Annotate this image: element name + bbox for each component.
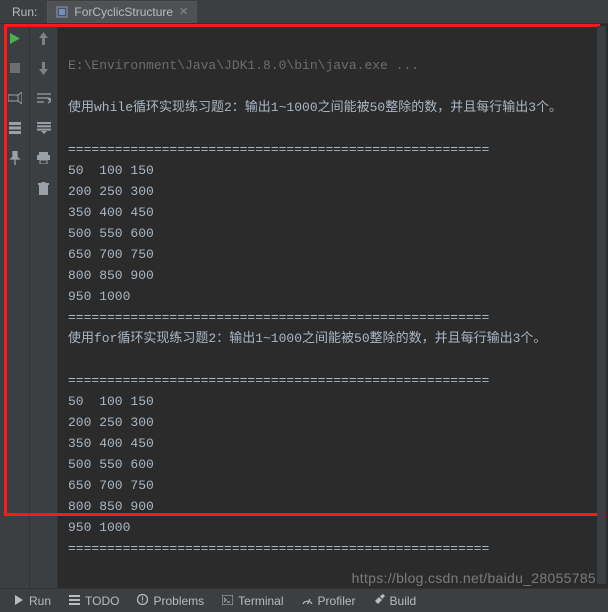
toolwindow-todo[interactable]: TODO bbox=[61, 590, 127, 612]
layout-icon[interactable] bbox=[7, 120, 23, 136]
close-icon[interactable]: ✕ bbox=[179, 5, 188, 18]
play-icon bbox=[14, 594, 24, 608]
bottom-problems-label: Problems bbox=[153, 594, 204, 608]
layout-settings-icon[interactable] bbox=[7, 90, 23, 106]
run-tab-bar: Run: ForCyclicStructure ✕ bbox=[0, 0, 608, 24]
console-output[interactable]: E:\Environment\Java\JDK1.8.0\bin\java.ex… bbox=[68, 32, 598, 588]
toolwindow-terminal[interactable]: Terminal bbox=[214, 590, 291, 612]
scrollbar[interactable] bbox=[597, 26, 606, 584]
bottom-run-label: Run bbox=[29, 594, 51, 608]
soft-wrap-icon[interactable] bbox=[36, 90, 52, 106]
toolwindow-problems[interactable]: Problems bbox=[129, 590, 212, 612]
clear-all-icon[interactable] bbox=[36, 180, 52, 196]
console-lines: 使用while循环实现练习题2：输出1~1000之间能被50整除的数，并且每行输… bbox=[68, 100, 562, 588]
bottom-toolbar: Run TODO Problems Terminal Profiler Buil… bbox=[0, 588, 608, 612]
up-icon[interactable] bbox=[36, 30, 52, 46]
run-label: Run: bbox=[6, 5, 43, 19]
run-toolbar-inner bbox=[30, 24, 58, 588]
console-panel: E:\Environment\Java\JDK1.8.0\bin\java.ex… bbox=[58, 24, 608, 588]
bottom-todo-label: TODO bbox=[85, 594, 119, 608]
app-icon bbox=[56, 6, 68, 18]
warning-icon bbox=[137, 594, 148, 608]
toolwindow-profiler[interactable]: Profiler bbox=[294, 590, 364, 612]
command-line: E:\Environment\Java\JDK1.8.0\bin\java.ex… bbox=[68, 58, 419, 73]
print-icon[interactable] bbox=[36, 150, 52, 166]
scroll-to-end-icon[interactable] bbox=[36, 120, 52, 136]
toolwindow-run[interactable]: Run bbox=[6, 590, 59, 612]
run-toolbar-left bbox=[0, 24, 30, 588]
gauge-icon bbox=[302, 594, 313, 608]
pin-icon[interactable] bbox=[7, 150, 23, 166]
hammer-icon bbox=[374, 594, 385, 608]
run-config-tab[interactable]: ForCyclicStructure ✕ bbox=[47, 1, 197, 23]
tab-title: ForCyclicStructure bbox=[74, 5, 173, 19]
stop-icon[interactable] bbox=[7, 60, 23, 76]
list-icon bbox=[69, 594, 80, 608]
down-icon[interactable] bbox=[36, 60, 52, 76]
bottom-profiler-label: Profiler bbox=[318, 594, 356, 608]
toolwindow-build[interactable]: Build bbox=[366, 590, 425, 612]
main-area: E:\Environment\Java\JDK1.8.0\bin\java.ex… bbox=[0, 24, 608, 588]
bottom-build-label: Build bbox=[390, 594, 417, 608]
terminal-icon bbox=[222, 594, 233, 608]
rerun-icon[interactable] bbox=[7, 30, 23, 46]
bottom-terminal-label: Terminal bbox=[238, 594, 283, 608]
